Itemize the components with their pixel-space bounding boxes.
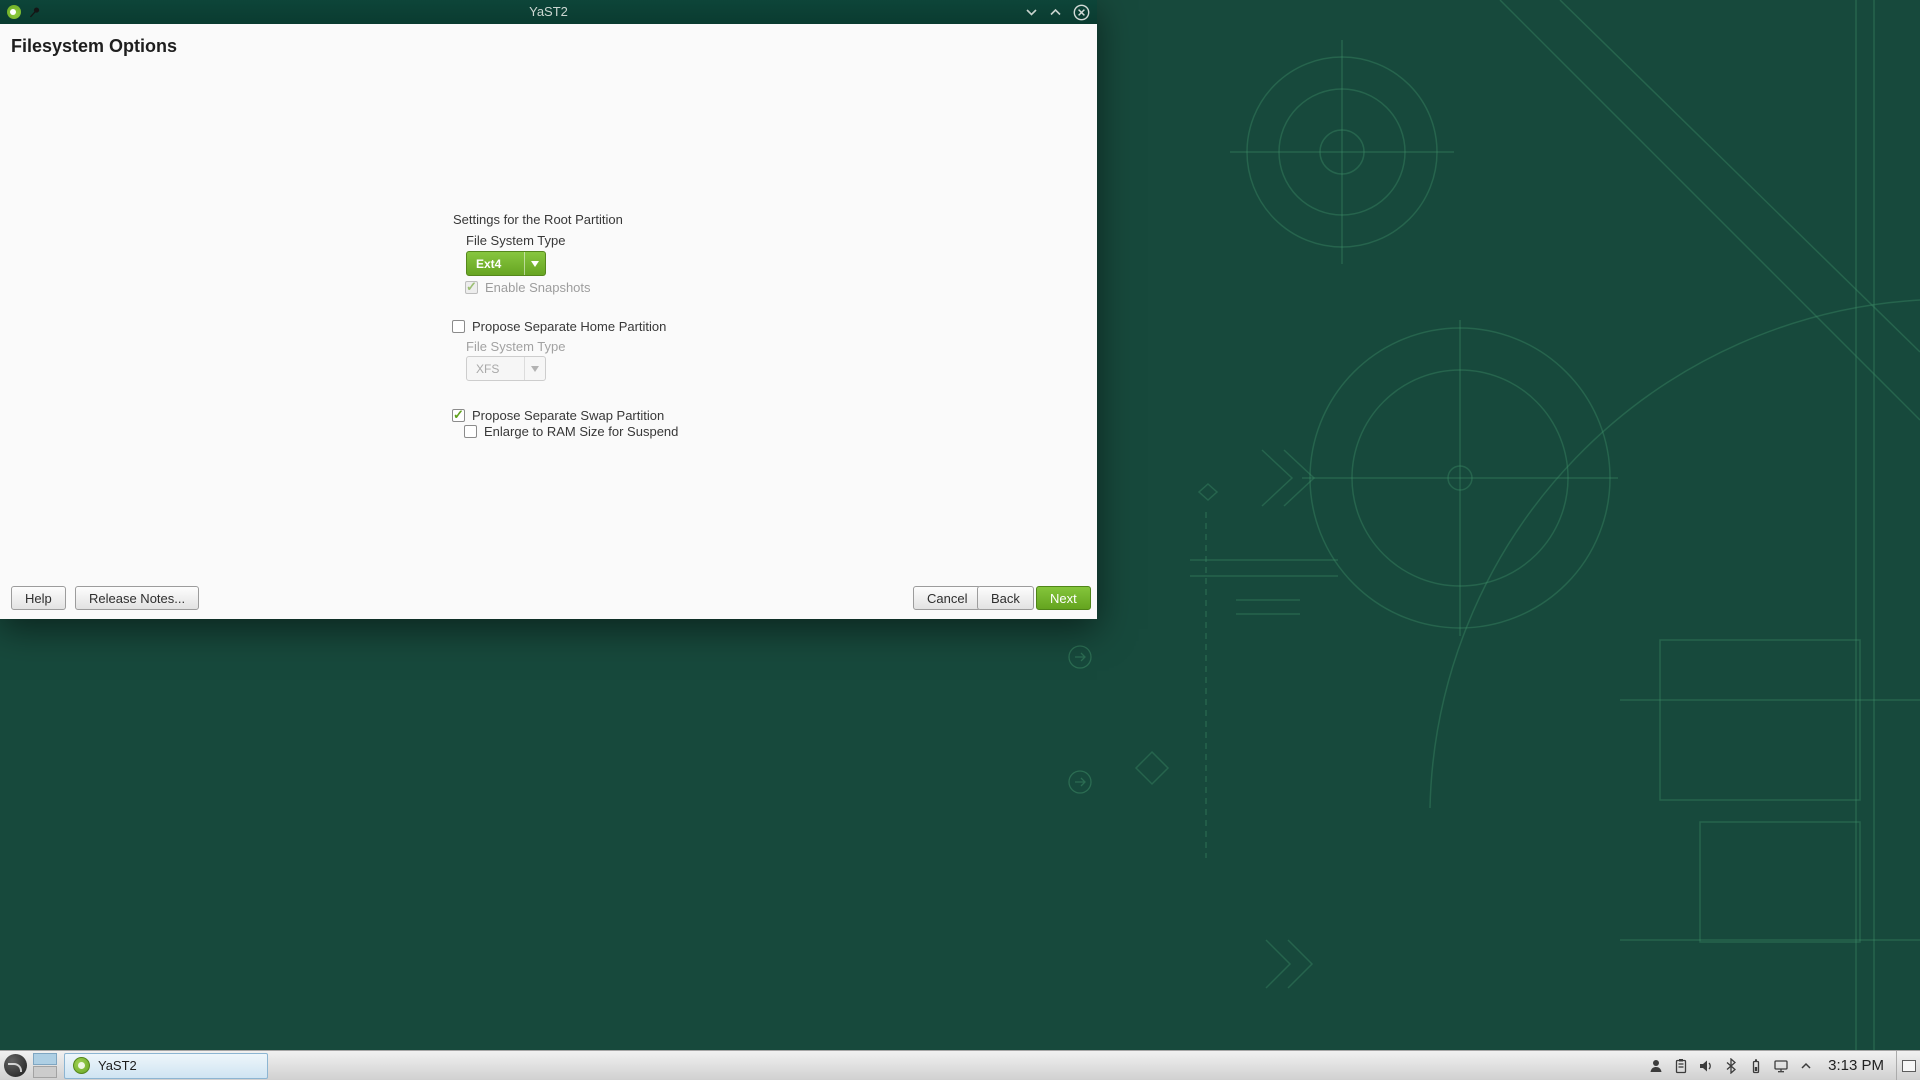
- enable-snapshots-checkbox: [465, 281, 478, 294]
- enlarge-ram-checkbox[interactable]: [464, 425, 477, 438]
- root-section-label: Settings for the Root Partition: [453, 212, 623, 227]
- cancel-button[interactable]: Cancel: [913, 586, 981, 610]
- desktop-1-thumbnail[interactable]: [33, 1053, 57, 1065]
- desktop-2-thumbnail[interactable]: [33, 1066, 57, 1078]
- taskbar-item-label: YaST2: [98, 1058, 137, 1073]
- enlarge-ram-row: Enlarge to RAM Size for Suspend: [464, 424, 678, 439]
- swap-partition-checkbox[interactable]: [452, 409, 465, 422]
- release-notes-button[interactable]: Release Notes...: [75, 586, 199, 610]
- virtual-desktop-pager[interactable]: [33, 1053, 57, 1078]
- user-status-icon[interactable]: [1647, 1057, 1664, 1074]
- chevron-down-icon: [524, 357, 545, 380]
- root-fs-type-label: File System Type: [466, 233, 565, 248]
- taskbar-item-yast2[interactable]: YaST2: [64, 1053, 268, 1079]
- window-client-area: Filesystem Options Settings for the Root…: [0, 24, 1097, 619]
- opensuse-menu-icon: [4, 1054, 27, 1077]
- enlarge-ram-label: Enlarge to RAM Size for Suspend: [484, 424, 678, 439]
- show-desktop-button[interactable]: [1896, 1051, 1920, 1080]
- home-partition-label: Propose Separate Home Partition: [472, 319, 666, 334]
- display-icon[interactable]: [1772, 1057, 1789, 1074]
- application-menu-button[interactable]: [0, 1051, 30, 1080]
- bluetooth-icon[interactable]: [1722, 1057, 1739, 1074]
- next-button[interactable]: Next: [1036, 586, 1091, 610]
- yast-icon: [73, 1057, 90, 1074]
- close-button[interactable]: [1073, 4, 1090, 21]
- taskbar: YaST2: [0, 1050, 1920, 1080]
- chevron-down-icon: [524, 252, 545, 275]
- back-button[interactable]: Back: [977, 586, 1034, 610]
- window-title: YaST2: [0, 0, 1097, 24]
- help-button[interactable]: Help: [11, 586, 66, 610]
- clock[interactable]: 3:13 PM: [1828, 1057, 1884, 1074]
- minimize-button[interactable]: [1025, 7, 1038, 17]
- volume-icon[interactable]: [1697, 1057, 1714, 1074]
- maximize-button[interactable]: [1049, 7, 1062, 17]
- yast2-window: YaST2 Filesystem Options Settings for th…: [0, 0, 1097, 619]
- show-desktop-icon: [1902, 1060, 1916, 1072]
- enable-snapshots-row: Enable Snapshots: [465, 280, 591, 295]
- titlebar[interactable]: YaST2: [0, 0, 1097, 24]
- home-partition-checkbox[interactable]: [452, 320, 465, 333]
- home-fs-type-value: XFS: [467, 362, 524, 376]
- page-title: Filesystem Options: [11, 36, 177, 57]
- clipboard-icon[interactable]: [1672, 1057, 1689, 1074]
- opensuse-logo-icon: [7, 5, 21, 19]
- home-partition-row: Propose Separate Home Partition: [452, 319, 666, 334]
- home-fs-type-label: File System Type: [466, 339, 565, 354]
- home-fs-type-select: XFS: [466, 356, 546, 381]
- swap-partition-row: Propose Separate Swap Partition: [452, 408, 664, 423]
- enable-snapshots-label: Enable Snapshots: [485, 280, 591, 295]
- swap-partition-label: Propose Separate Swap Partition: [472, 408, 664, 423]
- pin-icon[interactable]: [28, 6, 41, 19]
- root-fs-type-select[interactable]: Ext4: [466, 251, 546, 276]
- expand-tray-icon[interactable]: [1797, 1057, 1814, 1074]
- battery-icon[interactable]: [1747, 1057, 1764, 1074]
- system-tray: [1647, 1057, 1820, 1074]
- root-fs-type-value: Ext4: [467, 257, 524, 271]
